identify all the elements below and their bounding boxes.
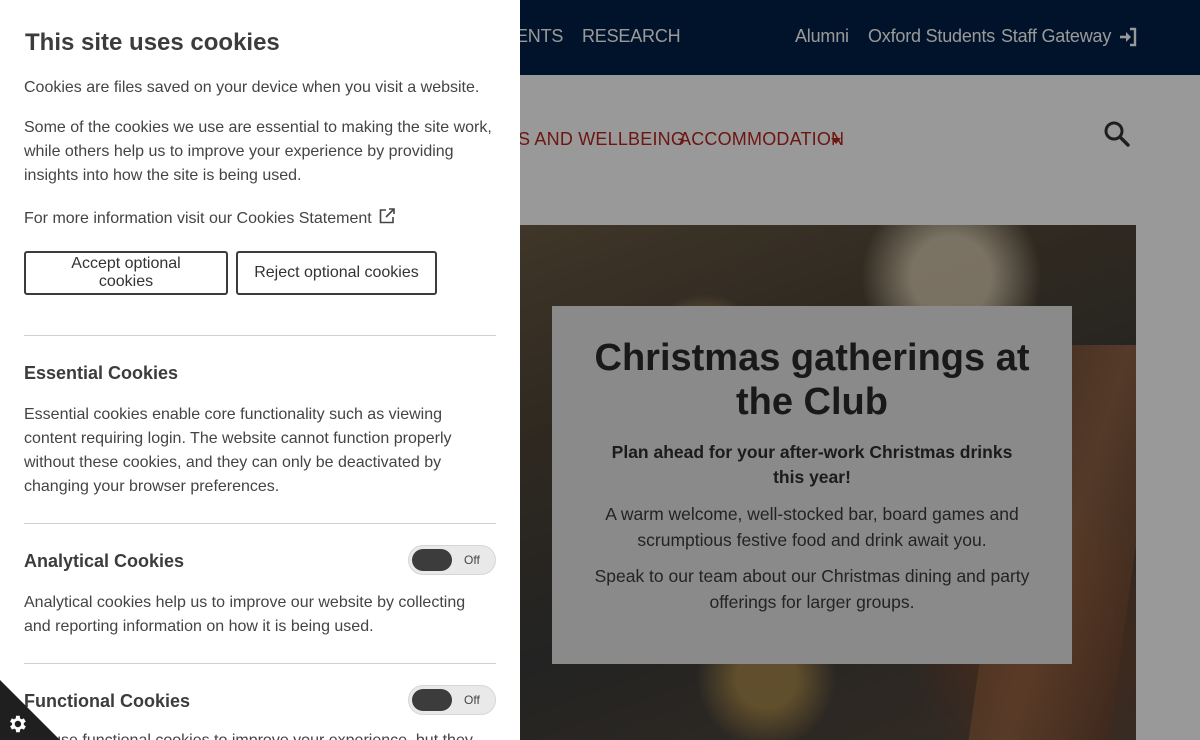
reject-optional-cookies-button[interactable]: Reject optional cookies bbox=[236, 251, 437, 295]
cookies-statement-label: For more information visit our Cookies S… bbox=[24, 210, 372, 227]
cookie-body-text: Some of the cookies we use are essential… bbox=[24, 119, 492, 184]
toggle-state-label: Off bbox=[464, 693, 480, 707]
gear-icon bbox=[10, 715, 26, 733]
essential-cookies-title: Essential Cookies bbox=[24, 363, 179, 383]
accept-optional-cookies-button[interactable]: Accept optional cookies bbox=[24, 251, 228, 295]
essential-cookies-text: Essential cookies enable core functional… bbox=[24, 406, 452, 495]
functional-cookies-toggle[interactable]: Off bbox=[408, 685, 496, 715]
divider bbox=[24, 335, 496, 336]
toggle-state-label: Off bbox=[464, 553, 480, 567]
cookie-panel-title: This site uses cookies bbox=[25, 29, 280, 56]
divider bbox=[24, 523, 496, 524]
cookies-statement-link[interactable]: For more information visit our Cookies S… bbox=[24, 207, 396, 231]
analytical-cookies-text: Analytical cookies help us to improve ou… bbox=[24, 594, 466, 635]
analytical-cookies-title: Analytical Cookies bbox=[24, 551, 185, 571]
cookie-consent-panel: This site uses cookies Cookies are files… bbox=[0, 0, 520, 740]
functional-cookies-title: Functional Cookies bbox=[24, 691, 191, 711]
toggle-knob bbox=[412, 689, 452, 711]
analytical-cookies-toggle[interactable]: Off bbox=[408, 545, 496, 575]
toggle-knob bbox=[412, 549, 452, 571]
cookie-intro-text: Cookies are files saved on your device w… bbox=[24, 79, 480, 96]
external-link-icon bbox=[379, 208, 395, 224]
divider bbox=[24, 663, 496, 664]
functional-cookies-text: We use functional cookies to improve you… bbox=[24, 729, 496, 740]
